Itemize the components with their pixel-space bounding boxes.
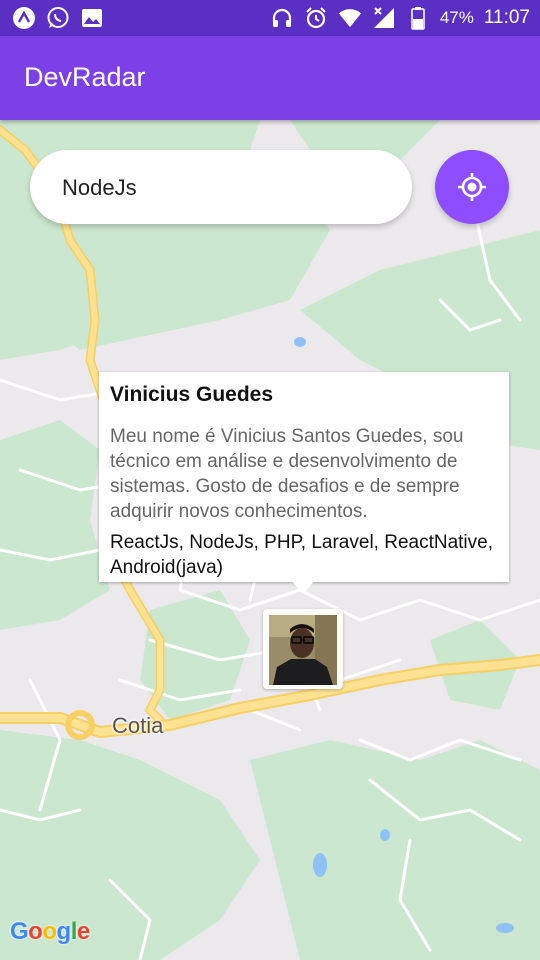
dev-callout[interactable]: Vinicius Guedes Meu nome é Vinicius Sant… [99, 372, 509, 582]
alarm-icon [304, 6, 328, 30]
callout-pointer [291, 580, 315, 594]
whatsapp-icon [46, 6, 70, 30]
app-bar: DevRadar [0, 36, 540, 120]
status-bar: 47% 11:07 [0, 0, 540, 36]
dev-bio: Meu nome é Vinicius Santos Guedes, sou t… [110, 426, 464, 522]
battery-percent: 47% [439, 8, 474, 27]
google-logo: Google [10, 918, 90, 946]
dev-techs: ReactJs, NodeJs, PHP, Laravel, ReactNati… [110, 532, 493, 578]
google-letter: G [10, 918, 29, 945]
map-place-label: Cotia [112, 713, 164, 738]
dev-avatar [269, 615, 337, 685]
my-location-icon [458, 173, 486, 201]
headphones-icon [270, 6, 294, 30]
signal-icon [372, 6, 396, 30]
search-bar[interactable] [30, 150, 412, 224]
clock-time: 11:07 [483, 7, 530, 28]
google-letter: o [42, 918, 57, 945]
battery-icon [406, 6, 430, 30]
app-title: DevRadar [24, 62, 146, 92]
google-letter: o [28, 918, 43, 945]
app-a-icon [12, 6, 36, 30]
dev-name: Vinicius Guedes [110, 383, 274, 406]
locate-button[interactable] [435, 150, 509, 224]
google-letter: g [56, 918, 72, 945]
gallery-icon [80, 6, 104, 30]
google-letter: e [76, 918, 90, 945]
dev-marker[interactable] [263, 609, 343, 689]
wifi-icon [338, 6, 362, 30]
search-input[interactable] [60, 168, 394, 208]
